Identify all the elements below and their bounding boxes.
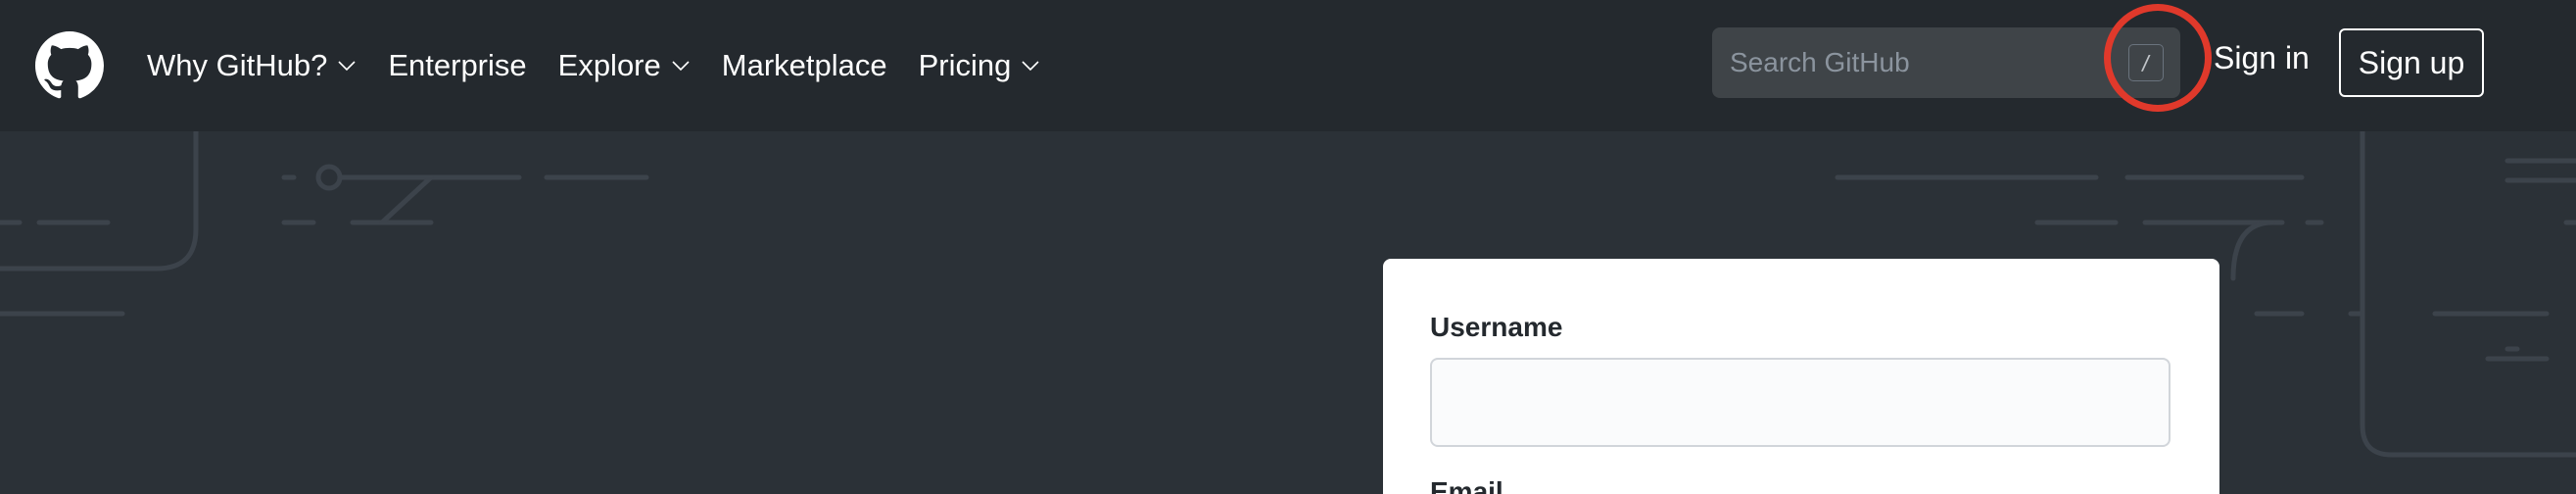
github-octocat-icon[interactable] <box>35 31 104 100</box>
slash-shortcut-key: / <box>2128 44 2164 81</box>
nav-label: Pricing <box>918 48 1012 82</box>
nav-pricing[interactable]: Pricing <box>919 48 1041 83</box>
search-input[interactable] <box>1728 46 2180 79</box>
nav-label: Explore <box>557 48 661 82</box>
chevron-down-icon <box>672 61 690 72</box>
chevron-down-icon <box>1022 61 1039 72</box>
username-field[interactable] <box>1430 358 2171 447</box>
nav-enterprise[interactable]: Enterprise <box>388 48 526 83</box>
nav-explore[interactable]: Explore <box>558 48 691 83</box>
signup-form-card: Username Email <box>1383 259 2219 494</box>
search-box: / <box>1712 27 2180 98</box>
nav-label: Why GitHub? <box>147 48 328 82</box>
nav-marketplace[interactable]: Marketplace <box>722 48 887 83</box>
primary-nav: Why GitHub? Enterprise Explore Marketpla… <box>147 0 1040 131</box>
sign-up-button[interactable]: Sign up <box>2339 28 2484 97</box>
chevron-down-icon <box>338 61 356 72</box>
username-label: Username <box>1430 312 1563 342</box>
email-label: Email <box>1430 476 1503 494</box>
github-signup-page: Why GitHub? Enterprise Explore Marketpla… <box>0 0 2576 494</box>
sign-in-link[interactable]: Sign in <box>2214 40 2310 76</box>
top-header: Why GitHub? Enterprise Explore Marketpla… <box>0 0 2576 131</box>
nav-label: Enterprise <box>388 48 527 82</box>
nav-why-github[interactable]: Why GitHub? <box>147 48 357 83</box>
nav-label: Marketplace <box>721 48 887 82</box>
